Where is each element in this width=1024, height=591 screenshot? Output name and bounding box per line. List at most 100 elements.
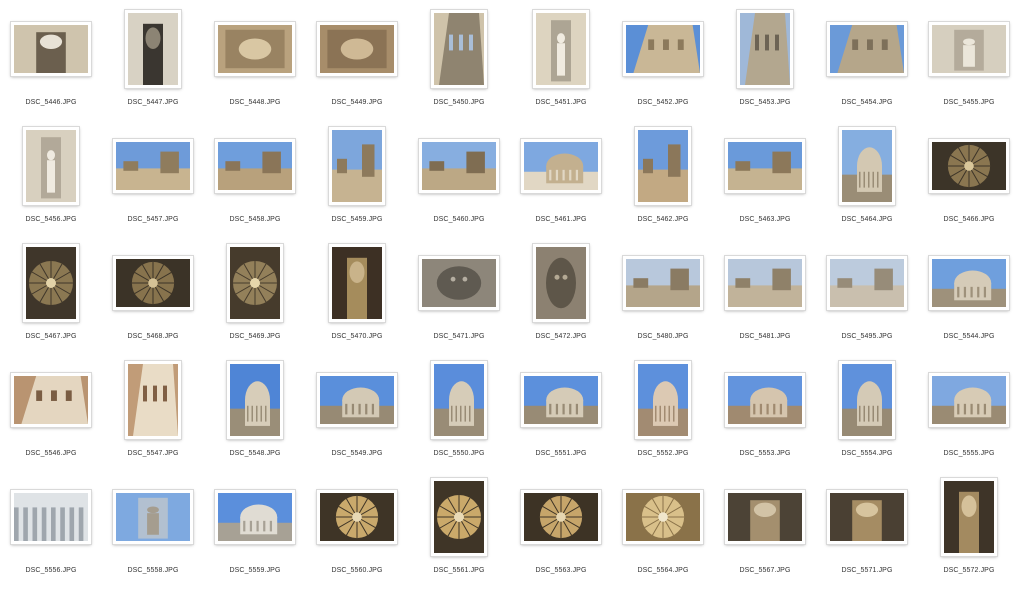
image-thumbnail[interactable] [635, 361, 691, 439]
file-item[interactable]: DSC_5463.JPG [714, 123, 816, 240]
image-thumbnail[interactable] [113, 490, 193, 544]
image-thumbnail[interactable] [431, 361, 487, 439]
file-item[interactable]: DSC_5459.JPG [306, 123, 408, 240]
file-item[interactable]: DSC_5564.JPG [612, 474, 714, 591]
image-thumbnail[interactable] [113, 139, 193, 193]
file-item[interactable]: DSC_5455.JPG [918, 6, 1020, 123]
file-item[interactable]: DSC_5448.JPG [204, 6, 306, 123]
file-item[interactable]: DSC_5548.JPG [204, 357, 306, 474]
image-thumbnail[interactable] [929, 256, 1009, 310]
file-item[interactable]: DSC_5481.JPG [714, 240, 816, 357]
file-item[interactable]: DSC_5563.JPG [510, 474, 612, 591]
image-thumbnail[interactable] [317, 22, 397, 76]
image-thumbnail[interactable] [431, 478, 487, 556]
image-thumbnail[interactable] [827, 490, 907, 544]
file-item[interactable]: DSC_5480.JPG [612, 240, 714, 357]
image-thumbnail[interactable] [623, 256, 703, 310]
image-thumbnail[interactable] [623, 490, 703, 544]
image-thumbnail[interactable] [737, 10, 793, 88]
image-thumbnail[interactable] [125, 10, 181, 88]
image-thumbnail[interactable] [929, 373, 1009, 427]
file-item[interactable]: DSC_5471.JPG [408, 240, 510, 357]
file-item[interactable]: DSC_5552.JPG [612, 357, 714, 474]
file-item[interactable]: DSC_5554.JPG [816, 357, 918, 474]
file-item[interactable]: DSC_5547.JPG [102, 357, 204, 474]
file-item[interactable]: DSC_5555.JPG [918, 357, 1020, 474]
image-thumbnail[interactable] [23, 244, 79, 322]
image-thumbnail[interactable] [521, 490, 601, 544]
file-item[interactable]: DSC_5567.JPG [714, 474, 816, 591]
file-item[interactable]: DSC_5450.JPG [408, 6, 510, 123]
file-item[interactable]: DSC_5558.JPG [102, 474, 204, 591]
file-item[interactable]: DSC_5571.JPG [816, 474, 918, 591]
file-item[interactable]: DSC_5546.JPG [0, 357, 102, 474]
file-item[interactable]: DSC_5572.JPG [918, 474, 1020, 591]
file-item[interactable]: DSC_5461.JPG [510, 123, 612, 240]
image-thumbnail[interactable] [125, 361, 181, 439]
file-item[interactable]: DSC_5458.JPG [204, 123, 306, 240]
image-thumbnail[interactable] [317, 490, 397, 544]
file-item[interactable]: DSC_5460.JPG [408, 123, 510, 240]
file-item[interactable]: DSC_5454.JPG [816, 6, 918, 123]
image-thumbnail[interactable] [839, 127, 895, 205]
image-thumbnail[interactable] [113, 256, 193, 310]
image-thumbnail[interactable] [11, 22, 91, 76]
file-item[interactable]: DSC_5452.JPG [612, 6, 714, 123]
file-item[interactable]: DSC_5456.JPG [0, 123, 102, 240]
file-item[interactable]: DSC_5561.JPG [408, 474, 510, 591]
file-item[interactable]: DSC_5469.JPG [204, 240, 306, 357]
image-thumbnail[interactable] [23, 127, 79, 205]
image-thumbnail[interactable] [521, 139, 601, 193]
file-item[interactable]: DSC_5464.JPG [816, 123, 918, 240]
image-thumbnail[interactable] [431, 10, 487, 88]
image-thumbnail[interactable] [215, 139, 295, 193]
image-thumbnail[interactable] [419, 256, 499, 310]
image-thumbnail[interactable] [11, 490, 91, 544]
file-item[interactable]: DSC_5457.JPG [102, 123, 204, 240]
image-thumbnail[interactable] [941, 478, 997, 556]
file-item[interactable]: DSC_5453.JPG [714, 6, 816, 123]
image-thumbnail[interactable] [725, 373, 805, 427]
file-item[interactable]: DSC_5462.JPG [612, 123, 714, 240]
image-thumbnail[interactable] [227, 244, 283, 322]
file-item[interactable]: DSC_5472.JPG [510, 240, 612, 357]
file-item[interactable]: DSC_5451.JPG [510, 6, 612, 123]
file-item[interactable]: DSC_5550.JPG [408, 357, 510, 474]
file-item[interactable]: DSC_5544.JPG [918, 240, 1020, 357]
file-item[interactable]: DSC_5556.JPG [0, 474, 102, 591]
image-thumbnail[interactable] [329, 127, 385, 205]
image-thumbnail[interactable] [11, 373, 91, 427]
image-thumbnail[interactable] [725, 139, 805, 193]
file-item[interactable]: DSC_5560.JPG [306, 474, 408, 591]
file-item[interactable]: DSC_5449.JPG [306, 6, 408, 123]
image-thumbnail[interactable] [929, 139, 1009, 193]
image-thumbnail[interactable] [533, 10, 589, 88]
image-thumbnail[interactable] [521, 373, 601, 427]
image-thumbnail[interactable] [635, 127, 691, 205]
file-item[interactable]: DSC_5559.JPG [204, 474, 306, 591]
file-item[interactable]: DSC_5467.JPG [0, 240, 102, 357]
file-item[interactable]: DSC_5551.JPG [510, 357, 612, 474]
image-thumbnail[interactable] [215, 490, 295, 544]
image-thumbnail[interactable] [533, 244, 589, 322]
image-thumbnail[interactable] [725, 490, 805, 544]
file-item[interactable]: DSC_5495.JPG [816, 240, 918, 357]
image-thumbnail[interactable] [725, 256, 805, 310]
image-thumbnail[interactable] [839, 361, 895, 439]
image-thumbnail[interactable] [329, 244, 385, 322]
image-thumbnail[interactable] [215, 22, 295, 76]
file-item[interactable]: DSC_5446.JPG [0, 6, 102, 123]
file-item[interactable]: DSC_5549.JPG [306, 357, 408, 474]
image-thumbnail[interactable] [419, 139, 499, 193]
file-item[interactable]: DSC_5468.JPG [102, 240, 204, 357]
file-item[interactable]: DSC_5447.JPG [102, 6, 204, 123]
file-item[interactable]: DSC_5553.JPG [714, 357, 816, 474]
image-thumbnail[interactable] [929, 22, 1009, 76]
image-thumbnail[interactable] [317, 373, 397, 427]
file-item[interactable]: DSC_5470.JPG [306, 240, 408, 357]
image-thumbnail[interactable] [623, 22, 703, 76]
image-thumbnail[interactable] [827, 256, 907, 310]
image-thumbnail[interactable] [227, 361, 283, 439]
file-item[interactable]: DSC_5466.JPG [918, 123, 1020, 240]
image-thumbnail[interactable] [827, 22, 907, 76]
